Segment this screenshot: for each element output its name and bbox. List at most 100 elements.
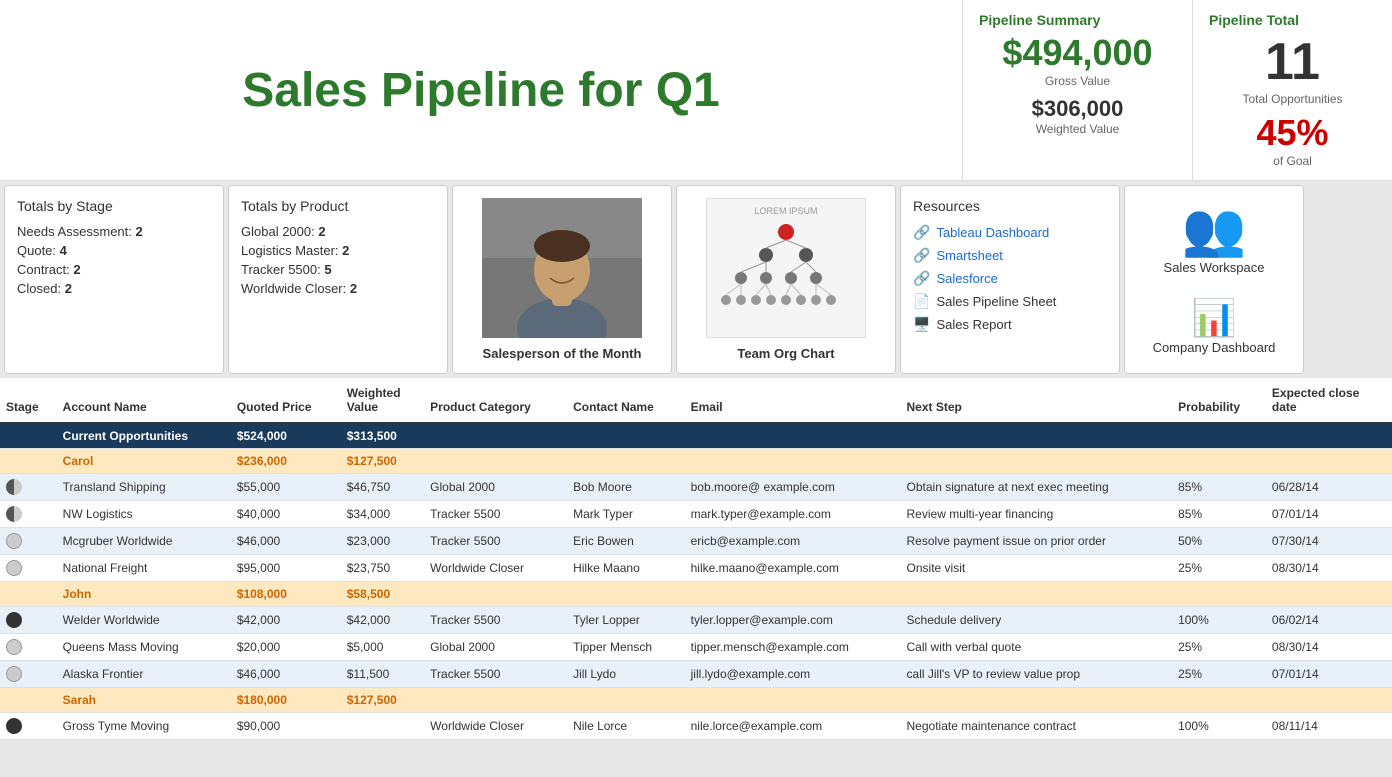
cell-closedate: 07/01/14 bbox=[1266, 501, 1392, 528]
salesforce-link[interactable]: Salesforce bbox=[936, 271, 997, 286]
product-items: Global 2000: 2Logistics Master: 2Tracker… bbox=[241, 224, 435, 296]
table-row: NW Logistics $40,000 $34,000 Tracker 550… bbox=[0, 501, 1392, 528]
stage-item: Closed: 2 bbox=[17, 281, 211, 296]
cell-product: Tracker 5500 bbox=[424, 528, 567, 555]
cell-nextstep: Resolve payment issue on prior order bbox=[901, 528, 1173, 555]
company-dashboard-label: Company Dashboard bbox=[1153, 340, 1276, 355]
company-dashboard-group[interactable]: 📊 Company Dashboard bbox=[1153, 300, 1276, 355]
sales-workspace-icon: 👥 bbox=[1182, 204, 1247, 256]
smartsheet-link[interactable]: Smartsheet bbox=[936, 248, 1002, 263]
cell-contact: Tyler Lopper bbox=[567, 607, 685, 634]
table-row: Transland Shipping $55,000 $46,750 Globa… bbox=[0, 474, 1392, 501]
col-header-account: Account Name bbox=[57, 378, 231, 423]
cell-closedate: 07/01/14 bbox=[1266, 661, 1392, 688]
tableau-link[interactable]: Tableau Dashboard bbox=[936, 225, 1049, 240]
table-row: John $108,000 $58,500 bbox=[0, 582, 1392, 607]
data-table-container: Stage Account Name Quoted Price Weighted… bbox=[0, 378, 1392, 740]
col-header-probability: Probability bbox=[1172, 378, 1266, 423]
org-placeholder-text: LOREM IPSUM bbox=[754, 206, 817, 216]
resource-smartsheet[interactable]: 🔗 Smartsheet bbox=[913, 247, 1107, 264]
cell-weighted: $127,500 bbox=[341, 688, 424, 713]
product-item: Global 2000: 2 bbox=[241, 224, 435, 239]
goal-percentage: 45% bbox=[1209, 112, 1376, 154]
col-header-quoted: Quoted Price bbox=[231, 378, 341, 423]
col-header-weighted: WeightedValue bbox=[341, 378, 424, 423]
cell-account: Gross Tyme Moving bbox=[57, 713, 231, 740]
cell-stage bbox=[0, 528, 57, 555]
resources-widget: Resources 🔗 Tableau Dashboard 🔗 Smartshe… bbox=[900, 185, 1120, 374]
cell-stage bbox=[0, 661, 57, 688]
sales-workspace-group[interactable]: 👥 Sales Workspace bbox=[1164, 204, 1265, 275]
table-row: Sarah $180,000 $127,500 bbox=[0, 688, 1392, 713]
totals-by-stage-widget: Totals by Stage Needs Assessment: 2Quote… bbox=[4, 185, 224, 374]
cell-nextstep: Call with verbal quote bbox=[901, 634, 1173, 661]
cell-email: jill.lydo@example.com bbox=[685, 661, 901, 688]
col-header-email: Email bbox=[685, 378, 901, 423]
cell-closedate: 08/30/14 bbox=[1266, 634, 1392, 661]
link-icon-2: 🔗 bbox=[913, 247, 930, 264]
col-header-nextstep: Next Step bbox=[901, 378, 1173, 423]
cell-rest bbox=[424, 449, 1392, 474]
cell-probability: 25% bbox=[1172, 555, 1266, 582]
resource-pipeline-sheet[interactable]: 📄 Sales Pipeline Sheet bbox=[913, 293, 1107, 310]
cell-weighted: $127,500 bbox=[341, 449, 424, 474]
link-icon: 🔗 bbox=[913, 224, 930, 241]
cell-stage bbox=[0, 634, 57, 661]
table-header-row: Stage Account Name Quoted Price Weighted… bbox=[0, 378, 1392, 423]
weighted-label: Weighted Value bbox=[979, 122, 1176, 136]
table-row: Gross Tyme Moving $90,000 Worldwide Clos… bbox=[0, 713, 1392, 740]
cell-quoted: $524,000 bbox=[231, 423, 341, 449]
cell-weighted: $23,750 bbox=[341, 555, 424, 582]
doc-icon: 📄 bbox=[913, 293, 930, 310]
cell-contact: Eric Bowen bbox=[567, 528, 685, 555]
cell-weighted: $34,000 bbox=[341, 501, 424, 528]
sales-workspace-label: Sales Workspace bbox=[1164, 260, 1265, 275]
stage-icon bbox=[6, 639, 22, 655]
table-row: Welder Worldwide $42,000 $42,000 Tracker… bbox=[0, 607, 1392, 634]
cell-account: Welder Worldwide bbox=[57, 607, 231, 634]
stage-item: Quote: 4 bbox=[17, 243, 211, 258]
resource-sales-report[interactable]: 🖥️ Sales Report bbox=[913, 316, 1107, 333]
cell-probability: 25% bbox=[1172, 634, 1266, 661]
widgets-row: Totals by Stage Needs Assessment: 2Quote… bbox=[0, 181, 1392, 378]
cell-contact: Bob Moore bbox=[567, 474, 685, 501]
table-row: Queens Mass Moving $20,000 $5,000 Global… bbox=[0, 634, 1392, 661]
pipeline-summary-title: Pipeline Summary bbox=[979, 12, 1176, 28]
table-row: National Freight $95,000 $23,750 Worldwi… bbox=[0, 555, 1392, 582]
cell-account: Transland Shipping bbox=[57, 474, 231, 501]
cell-weighted: $23,000 bbox=[341, 528, 424, 555]
cell-stage bbox=[0, 423, 57, 449]
resource-salesforce[interactable]: 🔗 Salesforce bbox=[913, 270, 1107, 287]
table-row: Mcgruber Worldwide $46,000 $23,000 Track… bbox=[0, 528, 1392, 555]
cell-probability: 85% bbox=[1172, 474, 1266, 501]
cell-stage bbox=[0, 501, 57, 528]
cell-weighted bbox=[341, 713, 424, 740]
cell-product: Tracker 5500 bbox=[424, 607, 567, 634]
cell-probability: 100% bbox=[1172, 607, 1266, 634]
stage-icon bbox=[6, 533, 22, 549]
cell-contact: Jill Lydo bbox=[567, 661, 685, 688]
page-title: Sales Pipeline for Q1 bbox=[242, 63, 720, 118]
cell-product: Worldwide Closer bbox=[424, 713, 567, 740]
cell-product: Tracker 5500 bbox=[424, 501, 567, 528]
cell-email: ericb@example.com bbox=[685, 528, 901, 555]
sales-report-label: Sales Report bbox=[936, 317, 1011, 332]
cell-weighted: $42,000 bbox=[341, 607, 424, 634]
cell-email: hilke.maano@example.com bbox=[685, 555, 901, 582]
cell-account: National Freight bbox=[57, 555, 231, 582]
cell-account: John bbox=[57, 582, 231, 607]
cell-probability: 85% bbox=[1172, 501, 1266, 528]
cell-contact: Mark Typer bbox=[567, 501, 685, 528]
cell-nextstep: Review multi-year financing bbox=[901, 501, 1173, 528]
cell-stage bbox=[0, 688, 57, 713]
col-header-closedate: Expected closedate bbox=[1266, 378, 1392, 423]
cell-quoted: $40,000 bbox=[231, 501, 341, 528]
cell-quoted: $55,000 bbox=[231, 474, 341, 501]
cell-quoted: $95,000 bbox=[231, 555, 341, 582]
cell-quoted: $236,000 bbox=[231, 449, 341, 474]
page: Sales Pipeline for Q1 Pipeline Summary $… bbox=[0, 0, 1392, 777]
stage-icon bbox=[6, 666, 22, 682]
col-header-product: Product Category bbox=[424, 378, 567, 423]
stage-item: Contract: 2 bbox=[17, 262, 211, 277]
resource-tableau[interactable]: 🔗 Tableau Dashboard bbox=[913, 224, 1107, 241]
